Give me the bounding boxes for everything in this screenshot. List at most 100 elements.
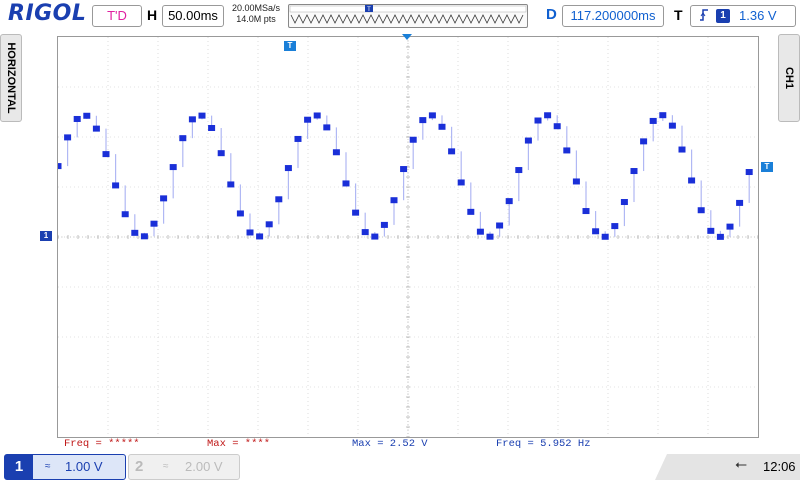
trigger-level: 1.36 V xyxy=(739,8,777,23)
waveform-sample xyxy=(745,169,753,176)
ch2-number: 2 xyxy=(135,458,144,475)
ch1-scale: 1.00 V xyxy=(65,459,103,474)
waveform-sample xyxy=(342,180,350,187)
waveform-sample xyxy=(284,165,292,172)
waveform-sample xyxy=(736,199,744,206)
waveform-sample xyxy=(716,233,724,240)
memory-waveform-icon: T xyxy=(289,5,527,24)
waveform-graticule xyxy=(54,36,759,438)
waveform-sample xyxy=(496,222,504,229)
horizontal-label: H xyxy=(147,7,158,23)
waveform-sample xyxy=(428,112,436,119)
waveform-sample xyxy=(544,112,552,119)
system-status: ⭠ 12:06 xyxy=(655,454,800,480)
waveform-sample xyxy=(265,221,273,228)
waveform-sample xyxy=(649,117,657,124)
waveform-sample xyxy=(352,209,360,216)
waveform-sample xyxy=(217,150,225,157)
measurement-max-ch1: Max = 2.52 V xyxy=(352,438,428,450)
waveform-sample xyxy=(179,135,187,142)
waveform-sample xyxy=(640,138,648,145)
waveform-sample xyxy=(457,179,465,186)
waveform-sample xyxy=(208,124,216,131)
waveform-sample xyxy=(630,168,638,175)
waveform-sample xyxy=(505,198,513,205)
trigger-source: 1 xyxy=(716,9,730,23)
waveform-sample xyxy=(553,123,561,130)
waveform-sample xyxy=(524,137,532,144)
waveform-sample xyxy=(150,220,158,227)
waveform-sample xyxy=(227,181,235,188)
waveform-sample xyxy=(611,223,619,230)
waveform-sample xyxy=(140,233,148,240)
rising-edge-icon xyxy=(699,8,709,25)
memory-overview-strip[interactable]: T xyxy=(288,4,528,28)
waveform-sample xyxy=(102,151,110,158)
waveform-sample xyxy=(476,228,484,235)
timebase-value[interactable]: 50.00ms xyxy=(162,5,224,27)
delay-value[interactable]: 117.200000ms xyxy=(562,5,664,27)
waveform-sample xyxy=(236,210,244,217)
waveform-sample xyxy=(323,124,331,131)
waveform-sample xyxy=(486,233,494,240)
waveform-sample xyxy=(275,196,283,203)
measurement-max-ch2: Max = **** xyxy=(207,438,271,450)
waveform-sample xyxy=(707,227,715,234)
svg-text:T: T xyxy=(367,7,371,13)
ch1-tab-label: CH1 xyxy=(783,66,795,90)
waveform-sample xyxy=(160,195,168,202)
ch1-menu-tab[interactable]: CH1 xyxy=(778,34,800,122)
waveform-sample xyxy=(582,208,590,215)
waveform-sample xyxy=(332,149,340,156)
waveform-sample xyxy=(592,228,600,235)
waveform-sample xyxy=(246,229,254,236)
ch1-ground-marker[interactable]: 1 xyxy=(40,231,52,241)
waveform-sample xyxy=(400,166,408,173)
ch1-channel-button[interactable]: 1 ≈ 1.00 V xyxy=(4,454,126,480)
waveform-sample xyxy=(54,163,62,170)
waveform-sample xyxy=(448,148,456,155)
measurement-freq-ch2: Freq = ***** xyxy=(64,438,140,450)
measurement-freq-ch1: Freq = 5.952 Hz xyxy=(496,438,591,450)
horizontal-tab-label: HORIZONTAL xyxy=(5,42,17,114)
clock: 12:06 xyxy=(763,459,796,474)
waveform-sample xyxy=(601,233,609,240)
trigger-level-marker[interactable]: T xyxy=(761,162,773,172)
waveform-sample xyxy=(112,182,120,189)
waveform-sample xyxy=(726,223,734,230)
waveform-sample xyxy=(515,167,523,174)
memory-depth: 14.0M pts xyxy=(236,14,276,24)
waveform-sample xyxy=(419,117,427,124)
waveform-sample xyxy=(697,207,705,214)
trigger-position-marker[interactable]: T xyxy=(284,41,296,51)
waveform-sample xyxy=(620,199,628,206)
waveform-sample xyxy=(304,116,312,123)
ch2-coupling-icon: ≈ xyxy=(163,461,169,472)
waveform-sample xyxy=(668,122,676,129)
waveform-sample xyxy=(83,112,91,119)
brand-logo: RIGOL xyxy=(8,1,87,26)
waveform-sample xyxy=(659,112,667,119)
trigger-settings[interactable]: 1 1.36 V xyxy=(690,5,796,27)
waveform-sample xyxy=(534,117,542,124)
waveform-sample xyxy=(688,177,696,184)
waveform-sample xyxy=(371,233,379,240)
waveform-sample xyxy=(294,135,302,142)
waveform-sample xyxy=(380,221,388,228)
waveform-sample xyxy=(188,116,196,123)
waveform-sample xyxy=(131,229,139,236)
run-state-indicator[interactable]: T'D xyxy=(92,5,142,27)
ch1-number: 1 xyxy=(5,455,33,479)
ch2-channel-button[interactable]: 2 ≈ 2.00 V xyxy=(128,454,240,480)
waveform-sample xyxy=(409,136,417,143)
usb-icon: ⭠ xyxy=(735,456,748,473)
ch2-scale: 2.00 V xyxy=(185,459,223,474)
waveform-sample xyxy=(572,178,580,185)
waveform-display[interactable] xyxy=(54,36,759,438)
acquisition-info: 20.00MSa/s 14.0M pts xyxy=(228,3,284,25)
waveform-sample xyxy=(198,112,206,119)
horizontal-menu-tab[interactable]: HORIZONTAL xyxy=(0,34,22,122)
waveform-sample xyxy=(121,211,129,218)
waveform-sample xyxy=(313,112,321,119)
waveform-sample xyxy=(678,146,686,153)
